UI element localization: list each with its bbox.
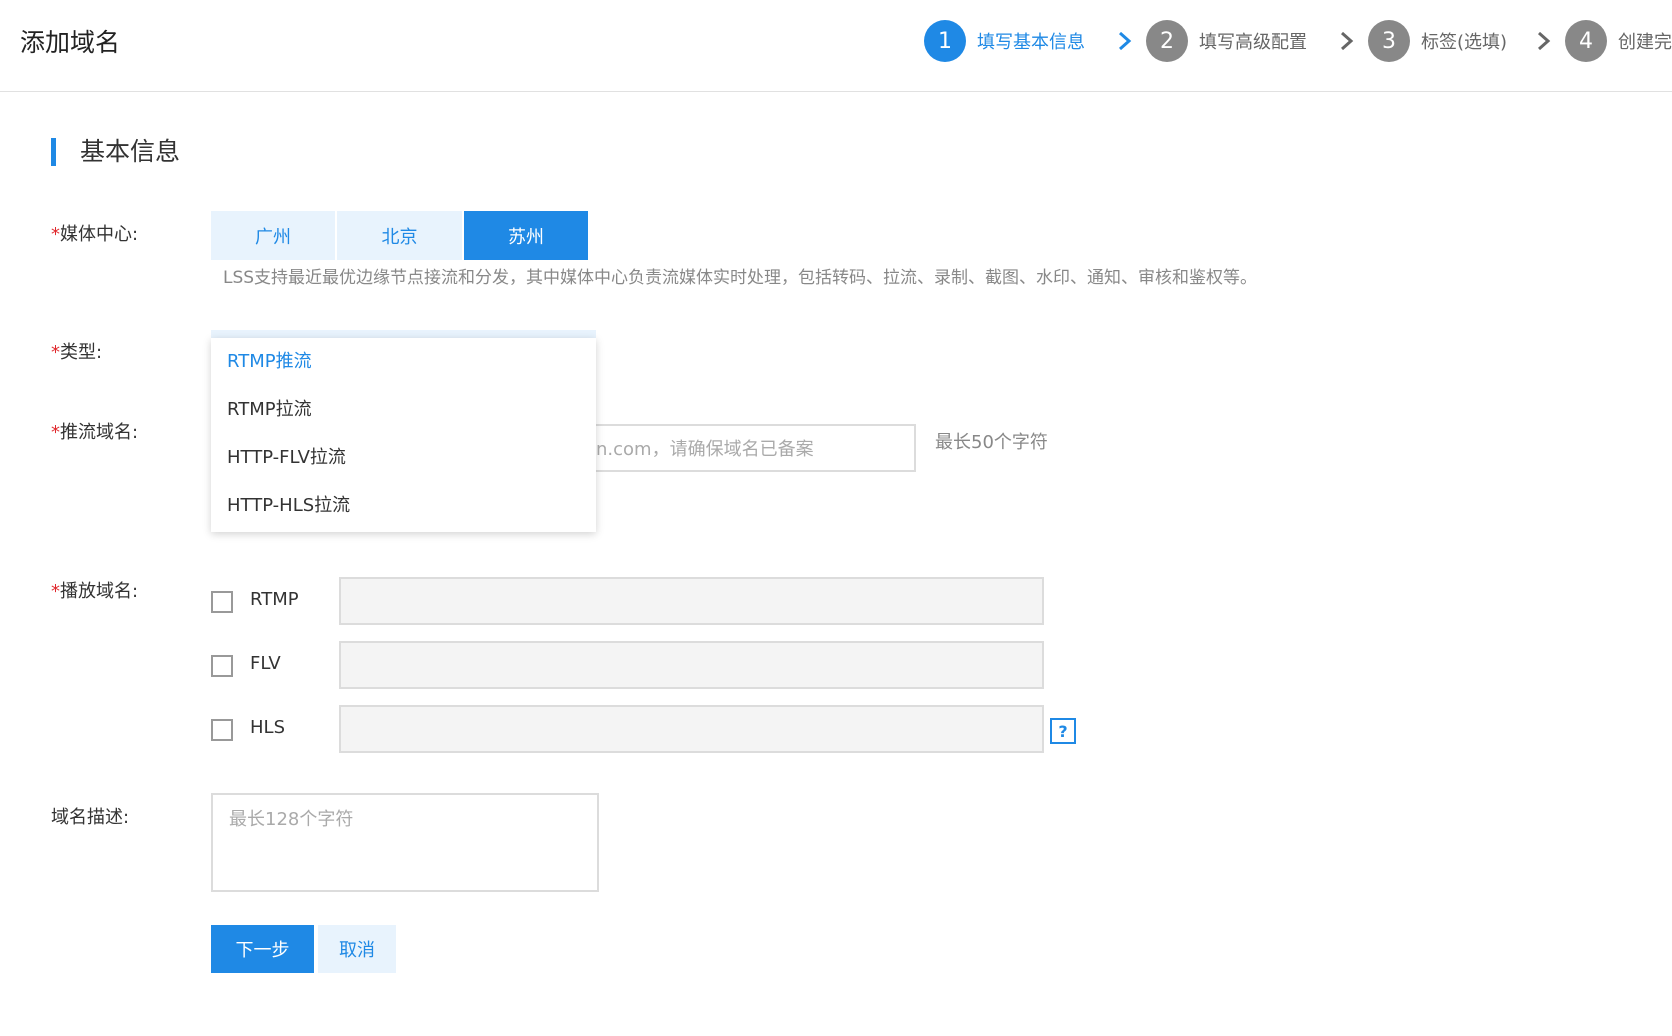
type-option-rtmp-push[interactable]: RTMP推流 <box>211 338 596 386</box>
description-placeholder: 最长128个字符 <box>229 809 354 830</box>
hls-domain-input[interactable] <box>339 705 1044 753</box>
push-domain-placeholder: n.com，请确保域名已备案 <box>596 439 814 460</box>
media-center-beijing[interactable]: 北京 <box>337 211 462 260</box>
hls-checkbox[interactable] <box>211 719 233 741</box>
chevron-right-icon <box>1119 31 1132 51</box>
cancel-button[interactable]: 取消 <box>318 925 396 973</box>
step-1-number: 1 <box>924 20 966 62</box>
step-3-number: 3 <box>1368 20 1410 62</box>
type-label: *类型: <box>51 340 102 366</box>
flv-checkbox-label: FLV <box>250 653 281 674</box>
step-4: 4 创建完成 <box>1565 19 1672 63</box>
rtmp-checkbox-label: RTMP <box>250 589 299 610</box>
next-button[interactable]: 下一步 <box>211 925 314 973</box>
step-3-label: 标签(选填) <box>1421 32 1508 53</box>
rtmp-domain-input[interactable] <box>339 577 1044 625</box>
step-3: 3 标签(选填) <box>1368 19 1507 63</box>
required-mark: * <box>51 581 60 602</box>
type-option-rtmp-pull[interactable]: RTMP拉流 <box>211 386 596 434</box>
description-label: 域名描述: <box>51 807 130 828</box>
push-domain-label: *推流域名: <box>51 420 138 446</box>
flv-checkbox[interactable] <box>211 655 233 677</box>
push-domain-hint: 最长50个字符 <box>935 432 1048 453</box>
type-option-http-flv-pull[interactable]: HTTP-FLV拉流 <box>211 434 596 482</box>
page: 添加域名 1 填写基本信息 2 填写高级配置 3 标签(选填) 4 创建完 基本… <box>0 0 1672 1036</box>
question-icon[interactable]: ? <box>1050 718 1076 744</box>
step-1-label: 填写基本信息 <box>977 32 1085 53</box>
step-indicator: 1 填写基本信息 2 填写高级配置 3 标签(选填) 4 创建完 <box>0 19 1672 63</box>
step-2-label: 填写高级配置 <box>1199 32 1307 53</box>
chevron-right-icon <box>1341 31 1354 51</box>
play-domain-label: *播放域名: <box>51 579 138 605</box>
media-center-hint: LSS支持最近最优边缘节点接流和分发，其中媒体中心负责流媒体实时处理，包括转码、… <box>223 268 1258 288</box>
push-domain-label-text: 推流域名: <box>60 422 139 443</box>
required-mark: * <box>51 422 60 443</box>
rtmp-checkbox[interactable] <box>211 591 233 613</box>
description-textarea[interactable]: 最长128个字符 <box>211 793 599 892</box>
type-dropdown-menu: RTMP推流 RTMP拉流 HTTP-FLV拉流 HTTP-HLS拉流 <box>211 338 596 532</box>
section-marker <box>51 138 56 166</box>
media-center-label-text: 媒体中心: <box>60 224 139 245</box>
step-4-number: 4 <box>1565 20 1607 62</box>
type-label-text: 类型: <box>60 342 103 363</box>
media-center-guangzhou[interactable]: 广州 <box>211 211 335 260</box>
step-2-number: 2 <box>1146 20 1188 62</box>
hls-checkbox-label: HLS <box>250 717 285 738</box>
step-2: 2 填写高级配置 <box>1146 19 1307 63</box>
section-title: 基本信息 <box>80 137 181 166</box>
media-center-suzhou[interactable]: 苏州 <box>464 211 588 260</box>
chevron-right-icon <box>1538 31 1551 51</box>
media-center-selector: 广州 北京 苏州 <box>211 211 590 260</box>
media-center-label: *媒体中心: <box>51 222 138 248</box>
required-mark: * <box>51 342 60 363</box>
type-option-http-hls-pull[interactable]: HTTP-HLS拉流 <box>211 482 596 530</box>
flv-domain-input[interactable] <box>339 641 1044 689</box>
step-4-label: 创建完成 <box>1618 32 1672 53</box>
play-domain-label-text: 播放域名: <box>60 581 139 602</box>
header: 添加域名 1 填写基本信息 2 填写高级配置 3 标签(选填) 4 创建完 <box>0 0 1672 92</box>
required-mark: * <box>51 224 60 245</box>
step-1: 1 填写基本信息 <box>924 19 1085 63</box>
